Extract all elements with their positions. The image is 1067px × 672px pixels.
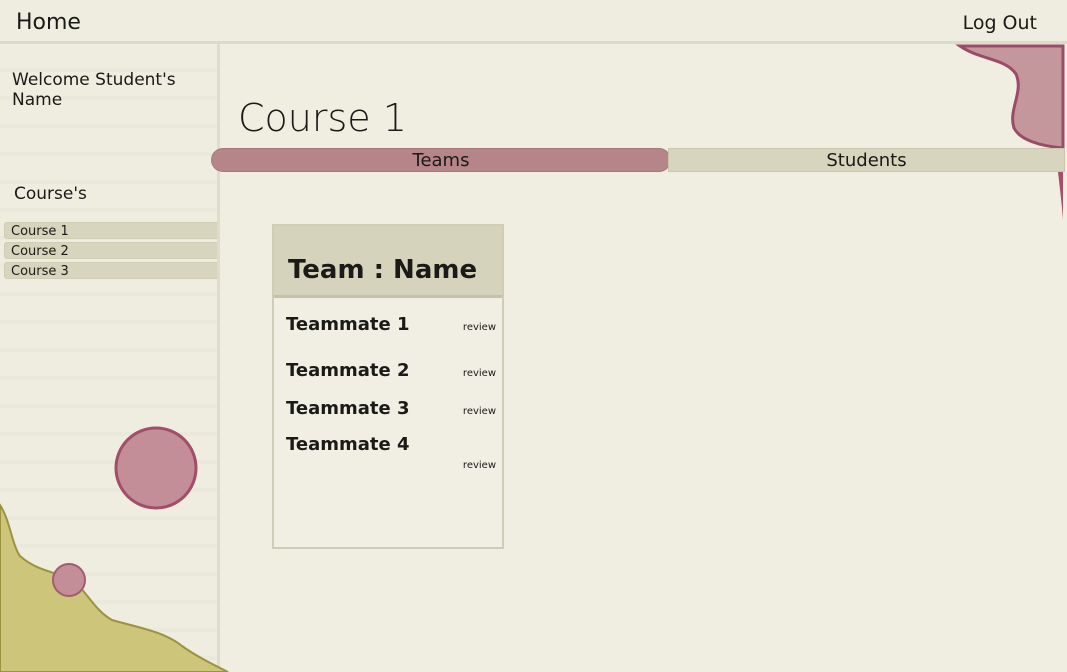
decor-blob-right-edge bbox=[1058, 172, 1063, 220]
review-link[interactable]: review bbox=[463, 368, 496, 379]
review-link[interactable]: review bbox=[463, 460, 496, 471]
sidebar-item-course-3[interactable]: Course 3 bbox=[4, 262, 217, 279]
home-link[interactable]: Home bbox=[16, 10, 81, 35]
tab-students[interactable]: Students bbox=[668, 148, 1065, 172]
teammate-row: Teammate 4 review bbox=[286, 434, 496, 471]
team-card-title: Team : Name bbox=[274, 226, 502, 298]
welcome-text: Welcome Student's Name bbox=[12, 70, 176, 110]
tab-teams[interactable]: Teams bbox=[211, 148, 671, 172]
top-bar: Home Log Out bbox=[0, 0, 1067, 44]
teammate-name: Teammate 4 bbox=[286, 434, 410, 455]
decor-blob-top-right bbox=[955, 44, 1065, 150]
teammate-row: Teammate 1 review bbox=[286, 314, 496, 344]
teammate-row: Teammate 2 review bbox=[286, 360, 496, 390]
team-card: Team : Name Teammate 1 review Teammate 2… bbox=[272, 224, 504, 549]
courses-heading: Course's bbox=[14, 184, 87, 204]
teammate-name: Teammate 3 bbox=[286, 398, 410, 419]
page-title: Course 1 bbox=[238, 96, 407, 140]
course-list: Course 1 Course 2 Course 3 bbox=[4, 222, 217, 282]
sidebar-item-course-2[interactable]: Course 2 bbox=[4, 242, 217, 259]
teammate-name: Teammate 2 bbox=[286, 360, 410, 381]
logout-link[interactable]: Log Out bbox=[963, 12, 1037, 34]
review-link[interactable]: review bbox=[463, 406, 496, 417]
review-link[interactable]: review bbox=[463, 322, 496, 333]
sidebar-item-course-1[interactable]: Course 1 bbox=[4, 222, 217, 239]
sidebar: Welcome Student's Name Course's Course 1… bbox=[0, 44, 220, 672]
teammate-name: Teammate 1 bbox=[286, 314, 410, 335]
teammate-row: Teammate 3 review bbox=[286, 398, 496, 428]
